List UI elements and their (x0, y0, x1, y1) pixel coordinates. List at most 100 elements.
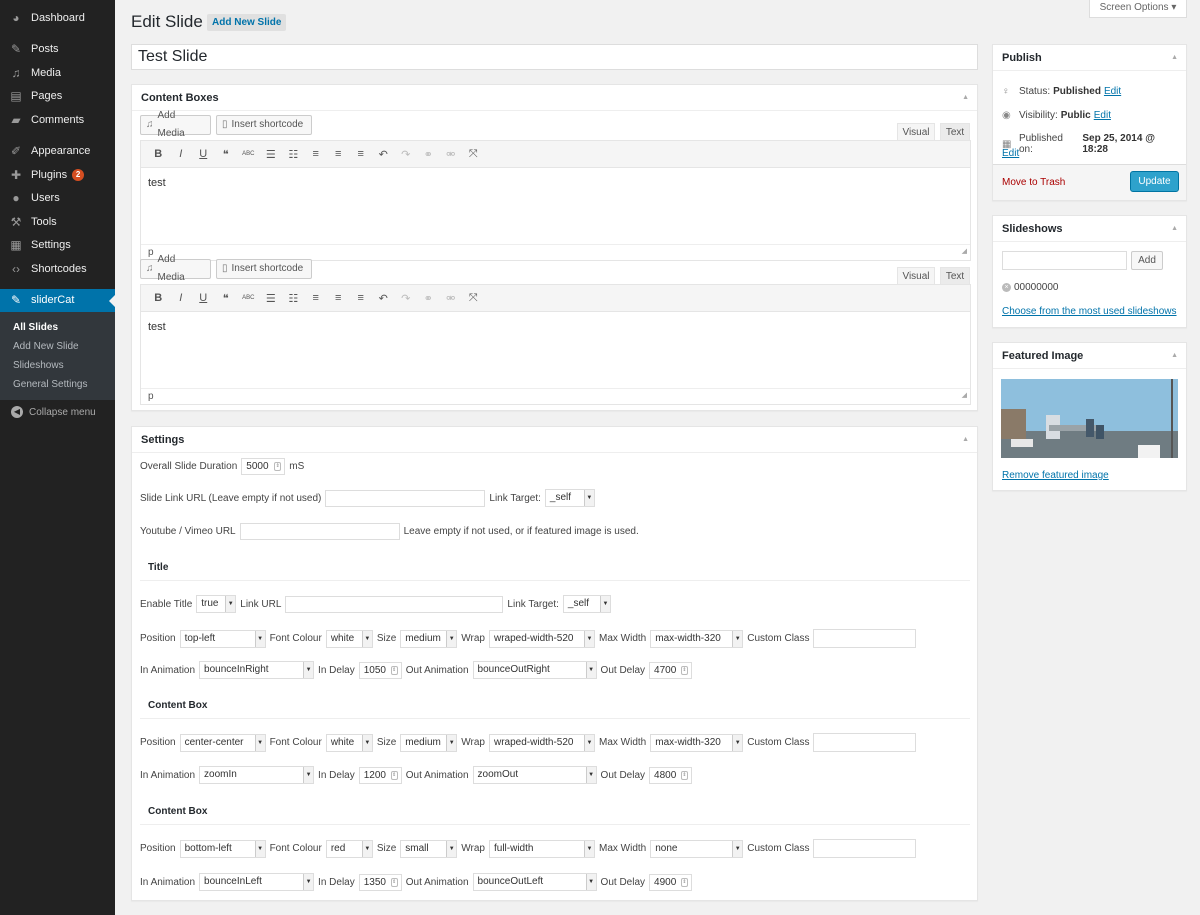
custom-class-input[interactable] (813, 839, 917, 858)
position-select[interactable]: center-center ▼ (179, 733, 266, 752)
in-delay-input[interactable]: 1200 ⇕ (358, 766, 402, 784)
insert-shortcode-button[interactable]: ▯ Insert shortcode (216, 259, 312, 279)
menu-item-users[interactable]: ● Users (0, 187, 115, 211)
out-animation-select[interactable]: bounceOutLeft ▼ (472, 873, 597, 891)
in-animation-select[interactable]: bounceInRight ▼ (199, 661, 315, 679)
collapse-toggle-icon[interactable]: ▲ (1171, 45, 1178, 71)
align-left-icon[interactable]: ≡ (305, 148, 328, 160)
slide-link-input[interactable] (325, 489, 486, 507)
link-target-select[interactable]: _self ▼ (544, 489, 595, 507)
wrap-select[interactable]: full-width ▼ (489, 839, 595, 858)
add-slideshow-button[interactable]: Add (1131, 251, 1163, 270)
out-delay-input[interactable]: 4900 ⇕ (649, 873, 693, 891)
wrap-select[interactable]: wraped-width-520 ▼ (489, 629, 595, 648)
undo-icon[interactable]: ↶ (372, 148, 395, 161)
editor-content[interactable]: test (141, 168, 970, 244)
bullet-list-icon[interactable]: ☰ (260, 148, 283, 161)
collapse-toggle-icon[interactable]: ▲ (1171, 343, 1178, 369)
menu-item-dashboard[interactable]: ◕ Dashboard (0, 6, 115, 30)
submenu-slideshows[interactable]: Slideshows (0, 356, 115, 375)
position-select[interactable]: top-left ▼ (179, 629, 266, 648)
menu-item-comments[interactable]: ▰ Comments (0, 108, 115, 132)
add-media-button[interactable]: ♫ Add Media (140, 254, 211, 283)
submenu-all-slides[interactable]: All Slides (0, 318, 115, 337)
menu-item-appearance[interactable]: ✐ Appearance (0, 140, 115, 164)
screen-options-button[interactable]: Screen Options ▾ (1089, 0, 1187, 18)
in-delay-input[interactable]: 1050 ⇕ (358, 661, 402, 679)
menu-item-settings[interactable]: ▦ Settings (0, 234, 115, 258)
size-select[interactable]: medium ▼ (400, 733, 458, 752)
collapse-menu-button[interactable]: ◀ Collapse menu (0, 400, 115, 418)
align-center-icon[interactable]: ≡ (327, 148, 350, 160)
out-animation-select[interactable]: zoomOut ▼ (472, 766, 597, 784)
move-to-trash-link[interactable]: Move to Trash (1002, 177, 1065, 188)
spinner-icon[interactable]: ⇕ (681, 770, 689, 780)
edit-status-link[interactable]: Edit (1104, 86, 1121, 97)
blockquote-icon[interactable]: ❝ (215, 148, 238, 161)
submenu-general-settings[interactable]: General Settings (0, 375, 115, 394)
custom-class-input[interactable] (813, 733, 917, 752)
update-button[interactable]: Update (1130, 171, 1179, 192)
bold-icon[interactable]: B (147, 148, 170, 160)
underline-icon[interactable]: U (192, 148, 215, 160)
collapse-toggle-icon[interactable]: ▲ (962, 85, 969, 111)
link-icon[interactable]: ⚭ (417, 148, 440, 161)
in-delay-input[interactable]: 1350 ⇕ (358, 873, 402, 891)
resize-handle-icon[interactable]: ◢ (962, 244, 967, 259)
menu-item-tools[interactable]: ⚒ Tools (0, 210, 115, 234)
custom-class-input[interactable] (813, 629, 917, 648)
out-delay-input[interactable]: 4700 ⇕ (649, 661, 693, 679)
spinner-icon[interactable]: ⇕ (390, 770, 398, 780)
spinner-icon[interactable]: ⇕ (390, 665, 398, 675)
italic-icon[interactable]: I (170, 292, 193, 304)
max-width-select[interactable]: none ▼ (650, 839, 744, 858)
tab-visual[interactable]: Visual (897, 267, 935, 285)
bold-icon[interactable]: B (147, 292, 170, 304)
insert-shortcode-button[interactable]: ▯ Insert shortcode (216, 115, 312, 135)
menu-item-pages[interactable]: ▤ Pages (0, 85, 115, 109)
remove-featured-image-link[interactable]: Remove featured image (1002, 470, 1109, 481)
align-center-icon[interactable]: ≡ (327, 292, 350, 304)
resize-handle-icon[interactable]: ◢ (962, 388, 967, 403)
size-select[interactable]: medium ▼ (400, 629, 458, 648)
strikethrough-icon[interactable]: ABC (237, 295, 260, 301)
in-animation-select[interactable]: zoomIn ▼ (199, 766, 315, 784)
redo-icon[interactable]: ↷ (395, 292, 418, 305)
max-width-select[interactable]: max-width-320 ▼ (650, 629, 744, 648)
submenu-add-new-slide[interactable]: Add New Slide (0, 337, 115, 356)
max-width-select[interactable]: max-width-320 ▼ (650, 733, 744, 752)
collapse-toggle-icon[interactable]: ▲ (962, 427, 969, 453)
edit-date-link[interactable]: Edit (1002, 148, 1019, 159)
fullscreen-icon[interactable]: ⤧ (462, 292, 485, 305)
wrap-select[interactable]: wraped-width-520 ▼ (489, 733, 595, 752)
featured-image-thumbnail[interactable] (1001, 379, 1178, 458)
bullet-list-icon[interactable]: ☰ (260, 292, 283, 305)
numbered-list-icon[interactable]: ☷ (282, 292, 305, 305)
undo-icon[interactable]: ↶ (372, 292, 395, 305)
remove-tag-icon[interactable]: × (1002, 283, 1011, 292)
menu-item-plugins[interactable]: ✚ Plugins 2 (0, 163, 115, 187)
in-animation-select[interactable]: bounceInLeft ▼ (199, 873, 315, 891)
out-animation-select[interactable]: bounceOutRight ▼ (472, 661, 597, 679)
underline-icon[interactable]: U (192, 292, 215, 304)
redo-icon[interactable]: ↷ (395, 148, 418, 161)
add-new-slide-button[interactable]: Add New Slide (207, 14, 287, 31)
align-left-icon[interactable]: ≡ (305, 292, 328, 304)
menu-item-posts[interactable]: ✎ Posts (0, 38, 115, 62)
add-media-button[interactable]: ♫ Add Media (140, 110, 211, 139)
editor-content[interactable]: test (141, 312, 970, 388)
unlink-icon[interactable]: ⚮ (440, 292, 463, 305)
blockquote-icon[interactable]: ❝ (215, 292, 238, 305)
enable-title-select[interactable]: true ▼ (196, 595, 237, 613)
menu-item-slidercat[interactable]: ✎ sliderCat (0, 288, 115, 312)
title-link-url-input[interactable] (285, 595, 504, 613)
font-colour-select[interactable]: red ▼ (325, 839, 373, 858)
size-select[interactable]: small ▼ (400, 839, 458, 858)
choose-most-used-link[interactable]: Choose from the most used slideshows (1002, 306, 1177, 317)
video-url-input[interactable] (239, 523, 400, 540)
spinner-icon[interactable]: ⇕ (390, 877, 398, 887)
menu-item-media[interactable]: ♫ Media (0, 61, 115, 85)
tab-visual[interactable]: Visual (897, 123, 935, 141)
edit-visibility-link[interactable]: Edit (1094, 110, 1111, 121)
font-colour-select[interactable]: white ▼ (325, 629, 373, 648)
